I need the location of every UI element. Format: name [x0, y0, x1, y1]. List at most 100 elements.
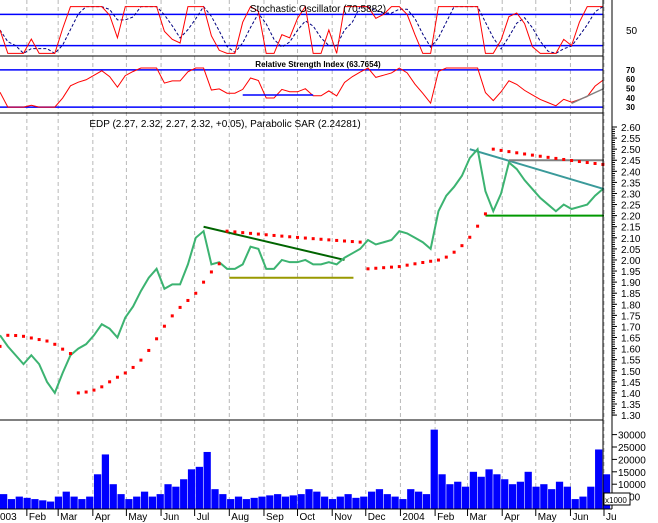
price-tick-label: 1.55: [621, 356, 641, 367]
sar-dot: [53, 342, 57, 346]
volume-bar: [524, 471, 532, 509]
volume-tick-label: 20000: [618, 455, 646, 466]
price-tick-label: 1.50: [621, 367, 641, 378]
x-label: Mar: [60, 512, 78, 523]
price-tick-label: 2.40: [621, 167, 641, 178]
volume-bar: [391, 496, 399, 509]
price-trendline: [203, 225, 345, 261]
volume-bar: [438, 474, 446, 509]
sar-dot: [131, 365, 135, 369]
price-tick-label: 2.15: [621, 223, 641, 234]
sar-dot: [76, 391, 80, 395]
sar-dot: [264, 233, 268, 237]
sar-dot: [319, 237, 323, 241]
x-label: Apr: [95, 512, 111, 523]
sar-dot: [288, 235, 292, 239]
volume-bar: [156, 494, 164, 509]
volume-bar: [187, 469, 196, 509]
x-label: 003: [0, 512, 17, 523]
price-tick-label: 1.45: [621, 378, 641, 389]
sar-dot: [194, 291, 198, 295]
volume-bar: [250, 497, 258, 509]
volume-bar: [227, 499, 235, 509]
volume-bar: [148, 496, 157, 509]
x-label: Dec: [368, 512, 386, 523]
volume-bar: [454, 481, 462, 509]
price-title: EDP (2.27, 2.32, 2.27, 2.32, +0.05), Par…: [89, 119, 360, 130]
volume-bar: [313, 491, 321, 509]
sar-dot: [280, 234, 284, 238]
volume-bar: [375, 489, 384, 509]
sar-dot: [530, 153, 534, 157]
sar-dot: [147, 348, 151, 352]
volume-bar: [242, 499, 250, 509]
sar-dot: [452, 250, 456, 254]
x-label: May: [128, 512, 147, 523]
sar-dot: [14, 334, 18, 338]
sar-dot: [61, 347, 65, 351]
sar-dot: [350, 240, 354, 244]
sar-dot: [209, 270, 213, 274]
volume-bar: [31, 499, 39, 509]
x-label: Jun: [572, 512, 588, 523]
volume-bar: [344, 494, 352, 509]
volume-panel: [0, 429, 611, 509]
volume-bar: [579, 496, 587, 509]
sar-dot: [389, 265, 393, 269]
sar-dot: [554, 156, 558, 160]
sar-dot: [546, 155, 550, 159]
month-gridlines: [26, 0, 605, 509]
volume-bar: [328, 499, 337, 509]
sar-dot: [296, 235, 300, 239]
sar-dot: [577, 160, 581, 164]
sar-dot: [366, 267, 370, 271]
sar-dot: [358, 240, 362, 244]
x-label: Aug: [231, 512, 249, 523]
price-panel: [0, 146, 605, 396]
sar-dot: [335, 238, 339, 242]
volume-bar: [109, 484, 117, 509]
x-label: Jul: [197, 512, 210, 523]
price-tick-label: 2.55: [621, 134, 641, 145]
volume-bar: [297, 494, 305, 509]
volume-bar: [140, 491, 149, 509]
x-label: May: [538, 512, 557, 523]
sar-dot: [397, 265, 401, 269]
volume-bar: [595, 449, 603, 509]
sar-dot: [178, 305, 182, 309]
volume-bar: [133, 496, 141, 509]
x-label: Ju: [606, 512, 617, 523]
volume-bar: [39, 500, 47, 509]
rsi-tick-label: 30: [626, 103, 635, 112]
volume-bar: [430, 429, 438, 509]
sar-dot: [217, 262, 221, 266]
volume-bar: [266, 495, 274, 509]
sar-dot: [483, 212, 487, 216]
x-label: 2004: [402, 512, 425, 523]
volume-bar: [195, 466, 203, 509]
sar-dot: [45, 339, 49, 343]
sar-dot: [593, 161, 597, 165]
volume-bar: [164, 484, 172, 509]
sar-dot: [6, 333, 10, 337]
volume-bar: [274, 494, 282, 509]
volume-bar: [548, 489, 556, 509]
sar-dot: [538, 154, 542, 158]
volume-bar: [321, 496, 329, 509]
price-tick-label: 2.45: [621, 156, 641, 167]
sar-dot: [499, 148, 503, 152]
sar-dot: [382, 266, 386, 270]
volume-bar: [54, 496, 63, 509]
price-tick-label: 1.60: [621, 345, 641, 356]
volume-bar: [407, 489, 415, 509]
volume-bar: [70, 496, 78, 509]
volume-bar: [0, 494, 8, 509]
sar-dot: [225, 229, 229, 233]
sar-dot: [241, 231, 245, 235]
sar-dot: [115, 375, 119, 379]
sar-dot: [0, 344, 2, 348]
stochastic-tick-label: 50: [626, 26, 638, 37]
sar-dot: [515, 151, 519, 155]
volume-bar: [180, 479, 188, 509]
volume-bar: [305, 489, 313, 509]
